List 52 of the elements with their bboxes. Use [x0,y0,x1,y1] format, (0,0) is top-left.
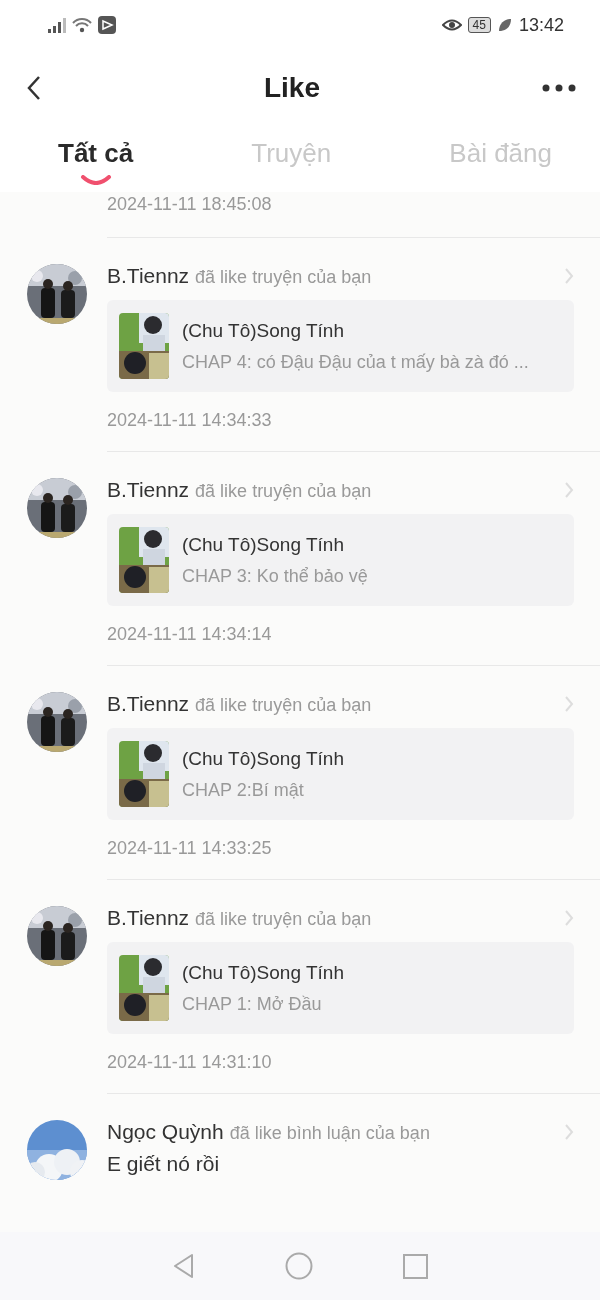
chapter-title: CHAP 3: Ko thể bảo vệ [182,565,368,587]
back-nav-button[interactable] [172,1253,195,1279]
story-card[interactable]: (Chu Tô)Song Tính CHAP 3: Ko thể bảo vệ [107,514,574,606]
timestamp: 2024-11-11 14:34:14 [107,624,273,645]
action-text: đã like bình luận của bạn [229,1123,431,1144]
story-card[interactable]: (Chu Tô)Song Tính CHAP 1: Mở Đầu [107,942,574,1034]
chevron-icon [564,695,574,713]
app-notification-icon [98,16,116,34]
chapter-title: CHAP 1: Mở Đầu [182,993,323,1015]
home-nav-button[interactable] [285,1252,313,1280]
action-text: đã like truyện của bạn [195,909,373,930]
timestamp: 2024-11-11 18:45:08 [107,194,273,215]
timestamp: 2024-11-11 14:31:10 [107,1052,273,1073]
chevron-icon [564,267,574,285]
tab[interactable]: Tất cả [58,126,134,192]
story-title: (Chu Tô)Song Tính [182,747,344,770]
story-card[interactable]: (Chu Tô)Song Tính CHAP 4: có Đậu Đậu của t mấy bà zà đó ... [107,300,574,392]
page-title: Like [264,72,320,104]
comment-text: E giết nó rồi [107,1152,221,1176]
battery-indicator: 45 [467,17,491,33]
back-icon [26,75,42,101]
story-title: (Chu Tô)Song Tính [182,319,345,342]
action-text: đã like truyện của bạn [195,695,373,716]
triangle-icon [172,1253,195,1279]
wifi-icon [72,17,92,33]
tab-indicator [79,175,112,185]
story-card[interactable]: (Chu Tô)Song Tính CHAP 2:Bí mật [107,728,574,820]
timestamp: 2024-11-11 14:34:33 [107,410,273,431]
chapter-title: CHAP 2:Bí mật [182,779,305,801]
recents-nav-button[interactable] [403,1253,428,1279]
signal-icon [48,17,66,33]
back-button[interactable] [26,75,42,101]
circle-icon [285,1252,313,1280]
action-text: đã like truyện của bạn [195,267,373,288]
chevron-icon [564,1123,574,1141]
timestamp: 2024-11-11 14:33:25 [107,838,273,859]
chevron-icon [564,909,574,927]
clock-time: 13:42 [518,14,564,36]
more-button[interactable] [542,84,576,92]
user-name[interactable]: B.Tiennz [107,264,190,288]
chapter-title: CHAP 4: có Đậu Đậu của t mấy bà zà đó ... [182,351,529,373]
square-icon [403,1253,428,1279]
user-name[interactable]: B.Tiennz [107,478,190,502]
user-name[interactable]: Ngọc Quỳnh [107,1120,224,1144]
user-name[interactable]: B.Tiennz [107,906,190,930]
user-name[interactable]: B.Tiennz [107,692,190,716]
story-title: (Chu Tô)Song Tính [182,961,344,984]
action-text: đã like truyện của bạn [195,481,373,502]
story-title: (Chu Tô)Song Tính [182,533,345,556]
leaf-icon [496,17,513,33]
chevron-icon [564,481,574,499]
more-icon [542,84,576,92]
